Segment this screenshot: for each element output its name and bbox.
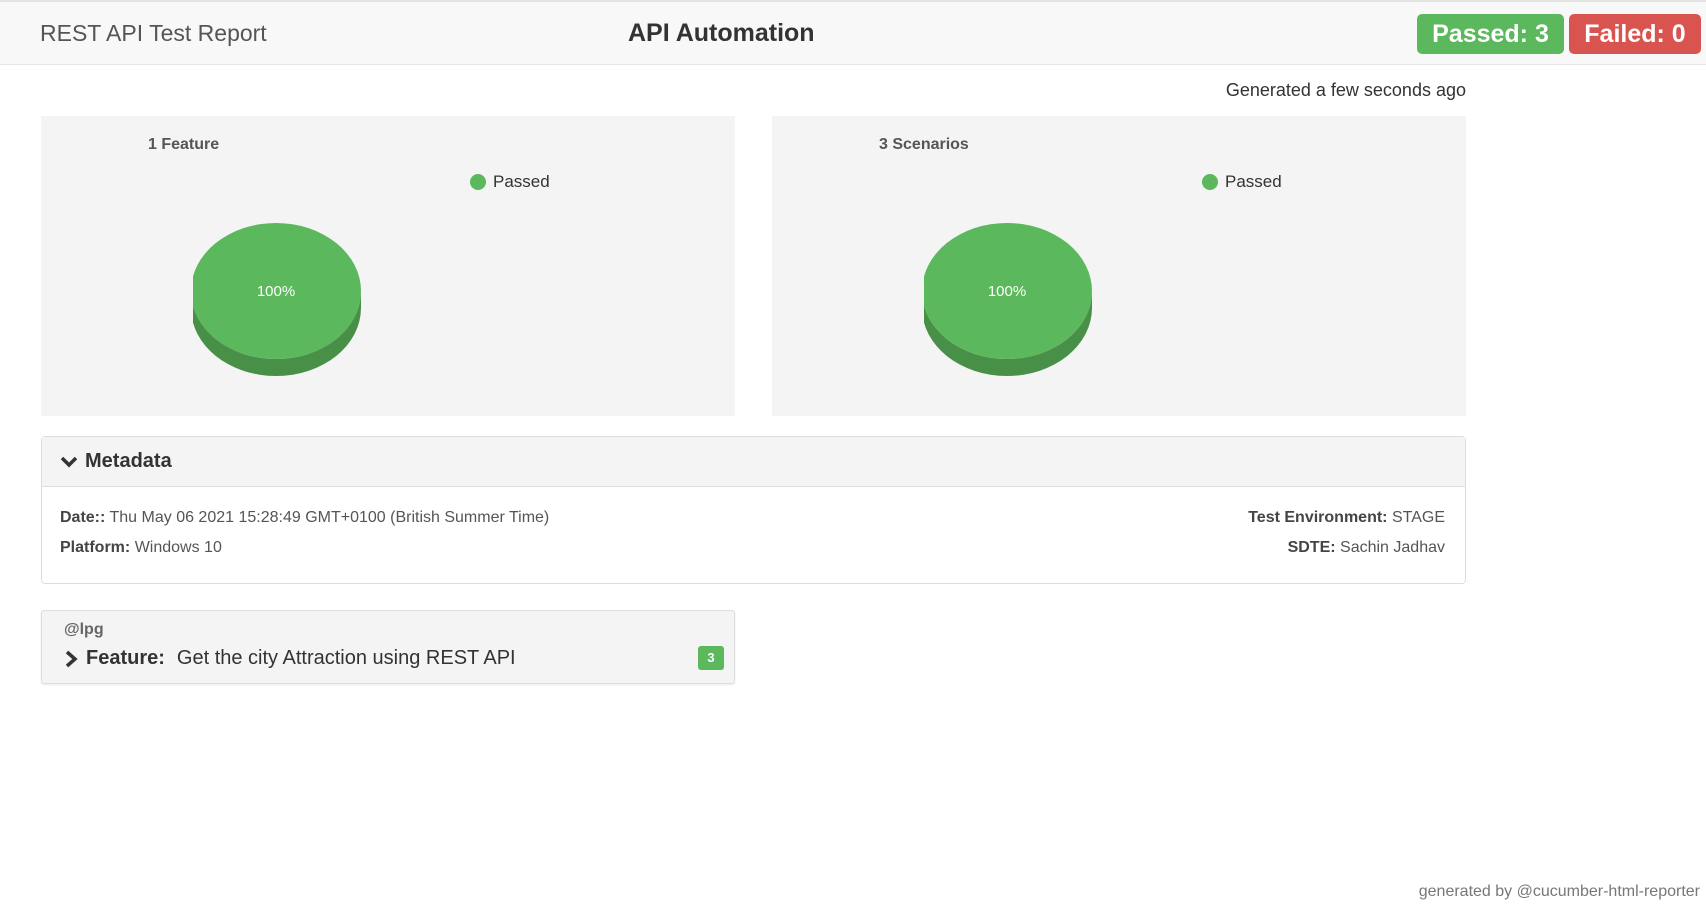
passed-badge: Passed: 3 xyxy=(1417,14,1564,54)
date-label: Date:: xyxy=(60,509,106,526)
features-chart-panel: 1 Feature Passed 100% xyxy=(41,116,735,416)
feature-name[interactable]: Get the city Attraction using REST API xyxy=(177,647,516,670)
legend-marker xyxy=(470,174,486,190)
pie-data-label: 100% xyxy=(257,283,295,300)
sdte-label: SDTE: xyxy=(1287,539,1336,556)
env-label: Test Environment: xyxy=(1248,509,1388,526)
metadata-panel: Metadata Date:: Thu May 06 2021 15:28:49… xyxy=(41,436,1466,584)
scenarios-pie-chart[interactable]: 100% xyxy=(924,176,1124,376)
chart-title: 1 Feature xyxy=(148,136,220,153)
sdte-value: Sachin Jadhav xyxy=(1340,539,1445,556)
navbar: REST API Test Report API Automation Pass… xyxy=(0,0,1706,65)
metadata-title: Metadata xyxy=(85,450,172,472)
scenarios-chart-panel: 3 Scenarios Passed 100% xyxy=(772,116,1466,416)
chart-legend[interactable]: Passed xyxy=(1202,172,1282,192)
features-pie-chart[interactable]: 100% xyxy=(193,176,393,376)
feature-panel[interactable]: @lpg Feature: Get the city Attraction us… xyxy=(41,610,735,684)
legend-marker xyxy=(1202,174,1218,190)
report-brand[interactable]: REST API Test Report xyxy=(40,20,267,47)
scenario-count-badge: 3 xyxy=(698,646,724,670)
feature-heading[interactable]: Feature: Get the city Attraction using R… xyxy=(64,647,516,670)
env-value: STAGE xyxy=(1391,509,1445,526)
footer-credit: generated by @cucumber-html-reporter xyxy=(1418,883,1700,900)
failed-badge: Failed: 0 xyxy=(1569,14,1701,54)
metadata-test-environment: Test Environment: STAGE xyxy=(1248,509,1445,527)
chevron-down-icon xyxy=(60,456,78,467)
platform-value: Windows 10 xyxy=(134,539,222,556)
feature-tag: @lpg xyxy=(64,621,104,638)
chevron-right-icon xyxy=(65,650,78,667)
generated-timestamp: Generated a few seconds ago xyxy=(1225,80,1466,100)
metadata-sdte: SDTE: Sachin Jadhav xyxy=(1288,539,1445,557)
metadata-platform: Platform: Windows 10 xyxy=(60,539,222,557)
metadata-date: Date:: Thu May 06 2021 15:28:49 GMT+0100… xyxy=(60,509,549,527)
metadata-toggle[interactable]: Metadata xyxy=(42,437,1465,487)
feature-keyword: Feature: xyxy=(86,647,165,669)
legend-label: Passed xyxy=(493,172,550,191)
chart-legend[interactable]: Passed xyxy=(470,172,550,192)
platform-label: Platform: xyxy=(60,539,131,556)
page-title: API Automation xyxy=(628,19,815,47)
date-value: Thu May 06 2021 15:28:49 GMT+0100 (Briti… xyxy=(109,509,550,526)
chart-title: 3 Scenarios xyxy=(879,136,969,153)
legend-label: Passed xyxy=(1225,172,1282,191)
pie-data-label: 100% xyxy=(988,283,1026,300)
